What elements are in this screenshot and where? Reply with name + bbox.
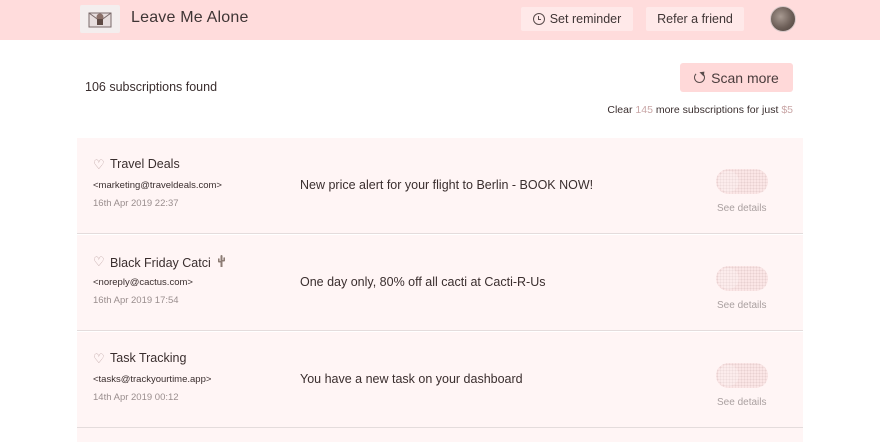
list-item: ♡ Task Tracking <tasks@trackyourtime.app… xyxy=(77,332,803,428)
heart-icon[interactable]: ♡ xyxy=(93,158,105,171)
clear-prefix: Clear xyxy=(607,104,636,116)
see-details-link[interactable]: See details xyxy=(717,397,766,408)
sender-name: Black Friday Catci xyxy=(110,256,211,270)
heart-icon[interactable]: ♡ xyxy=(93,352,105,365)
clear-middle: more subscriptions for just xyxy=(652,104,782,116)
subscriptions-found-count: 106 subscriptions found xyxy=(85,80,218,94)
subscription-list: ♡ Travel Deals <marketing@traveldeals.co… xyxy=(77,138,803,442)
see-details-link[interactable]: See details xyxy=(717,203,766,214)
clear-more-promo: Clear 145 more subscriptions for just $5 xyxy=(607,104,793,116)
unsubscribe-toggle[interactable] xyxy=(716,363,768,388)
top-header: Leave Me Alone Set reminder Refer a frie… xyxy=(0,0,880,40)
sender-email: <tasks@trackyourtime.app> xyxy=(93,374,212,385)
see-details-link[interactable]: See details xyxy=(717,300,766,311)
list-item: ♡ Travel Deals <marketing@traveldeals.co… xyxy=(77,138,803,234)
unsubscribe-toggle[interactable] xyxy=(716,169,768,194)
clear-count: 145 xyxy=(635,104,653,116)
sender-name: Task Tracking xyxy=(110,351,187,365)
list-item: ♡ Black Friday Catci <noreply@cactus.com… xyxy=(77,235,803,331)
clear-price-link[interactable]: $5 xyxy=(781,104,793,116)
envelope-logo-icon xyxy=(88,12,112,28)
refer-friend-button[interactable]: Refer a friend xyxy=(646,7,744,31)
unsubscribe-toggle[interactable] xyxy=(716,266,768,291)
set-reminder-button[interactable]: Set reminder xyxy=(521,7,633,31)
app-logo[interactable] xyxy=(80,5,120,33)
set-reminder-label: Set reminder xyxy=(549,12,622,26)
email-subject: One day only, 80% off all cacti at Cacti… xyxy=(300,275,546,289)
clock-icon xyxy=(532,13,545,25)
email-subject: You have a new task on your dashboard xyxy=(300,372,523,386)
sender-email: <noreply@cactus.com> xyxy=(93,277,193,288)
sender-name: Travel Deals xyxy=(110,157,180,171)
refresh-icon xyxy=(694,72,706,83)
email-subject: New price alert for your flight to Berli… xyxy=(300,178,594,192)
app-title: Leave Me Alone xyxy=(131,9,249,26)
sender-name-wrapper: Black Friday Catci xyxy=(110,254,227,270)
cactus-icon xyxy=(217,255,225,267)
user-avatar[interactable] xyxy=(770,6,796,32)
refer-friend-label: Refer a friend xyxy=(657,12,733,26)
scan-more-button[interactable]: Scan more xyxy=(680,63,793,92)
sender-date: 16th Apr 2019 17:54 xyxy=(93,295,179,306)
sender-date: 16th Apr 2019 22:37 xyxy=(93,198,179,209)
heart-icon[interactable]: ♡ xyxy=(93,255,105,268)
scan-more-label: Scan more xyxy=(711,69,779,86)
sender-email: <marketing@traveldeals.com> xyxy=(93,180,222,191)
sender-date: 14th Apr 2019 00:12 xyxy=(93,392,179,403)
